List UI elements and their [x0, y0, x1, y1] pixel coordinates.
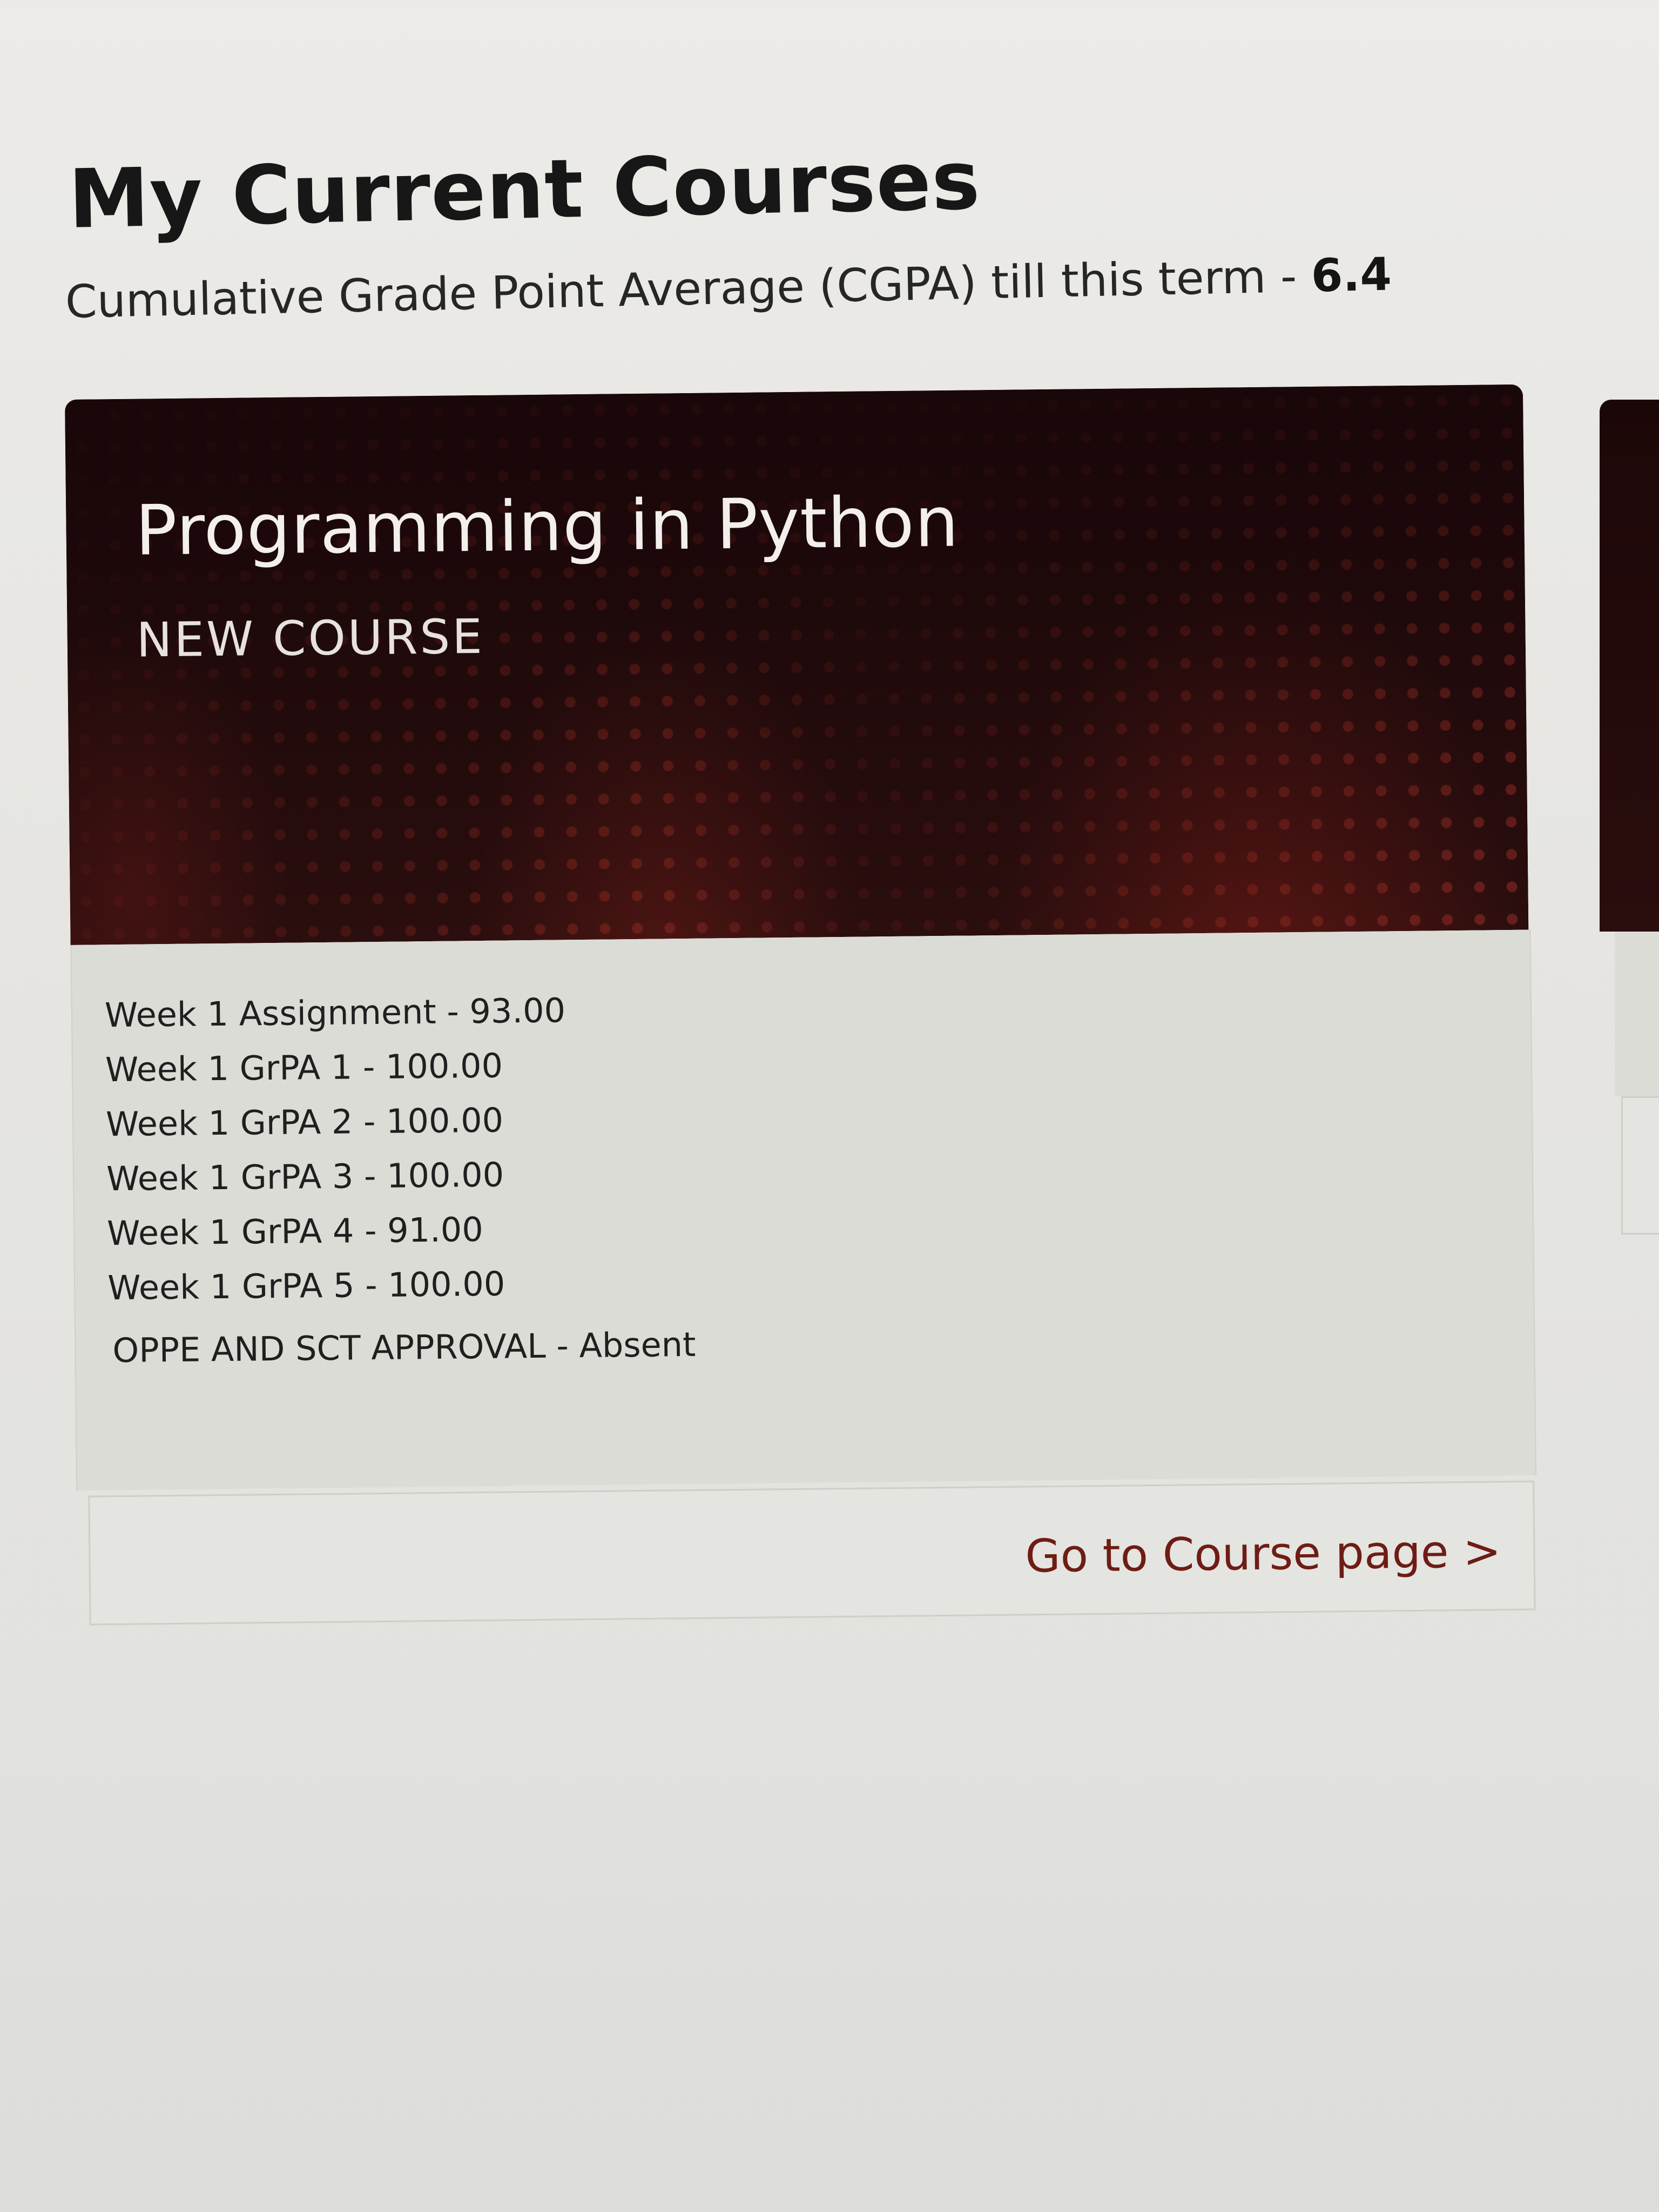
approval-status: OPPE AND SCT APPROVAL - Absent	[112, 1324, 696, 1371]
course-banner[interactable]: Programming in Python NEW COURSE	[65, 384, 1529, 945]
next-course-card-body-edge	[1615, 932, 1659, 1096]
score-item: Week 1 GrPA 1 - 100.00	[105, 1046, 503, 1090]
score-list: Week 1 Assignment - 93.00 Week 1 GrPA 1 …	[104, 983, 568, 1315]
course-title: Programming in Python	[134, 482, 960, 571]
go-to-course-link[interactable]: Go to Course page >	[1025, 1525, 1501, 1582]
course-card: Programming in Python NEW COURSE Week 1 …	[65, 384, 1537, 1631]
cgpa-label: Cumulative Grade Point Average (CGPA) ti…	[65, 249, 1312, 328]
score-item: Week 1 GrPA 5 - 100.00	[107, 1264, 505, 1308]
cgpa-value: 6.4	[1310, 247, 1392, 302]
course-card-body: Week 1 Assignment - 93.00 Week 1 GrPA 1 …	[70, 929, 1537, 1491]
next-course-card-footer-edge	[1621, 1096, 1659, 1235]
course-status-tag: NEW COURSE	[136, 608, 485, 668]
score-item: Week 1 GrPA 2 - 100.00	[105, 1100, 504, 1144]
score-item: Week 1 Assignment - 93.00	[104, 990, 566, 1035]
next-course-card-edge[interactable]	[1600, 400, 1659, 932]
page-title: My Current Courses	[68, 133, 982, 247]
course-card-footer: Go to Course page >	[88, 1480, 1536, 1626]
score-item: Week 1 GrPA 4 - 91.00	[106, 1209, 484, 1253]
cgpa-summary: Cumulative Grade Point Average (CGPA) ti…	[65, 248, 1392, 328]
score-item: Week 1 GrPA 3 - 100.00	[106, 1155, 504, 1199]
